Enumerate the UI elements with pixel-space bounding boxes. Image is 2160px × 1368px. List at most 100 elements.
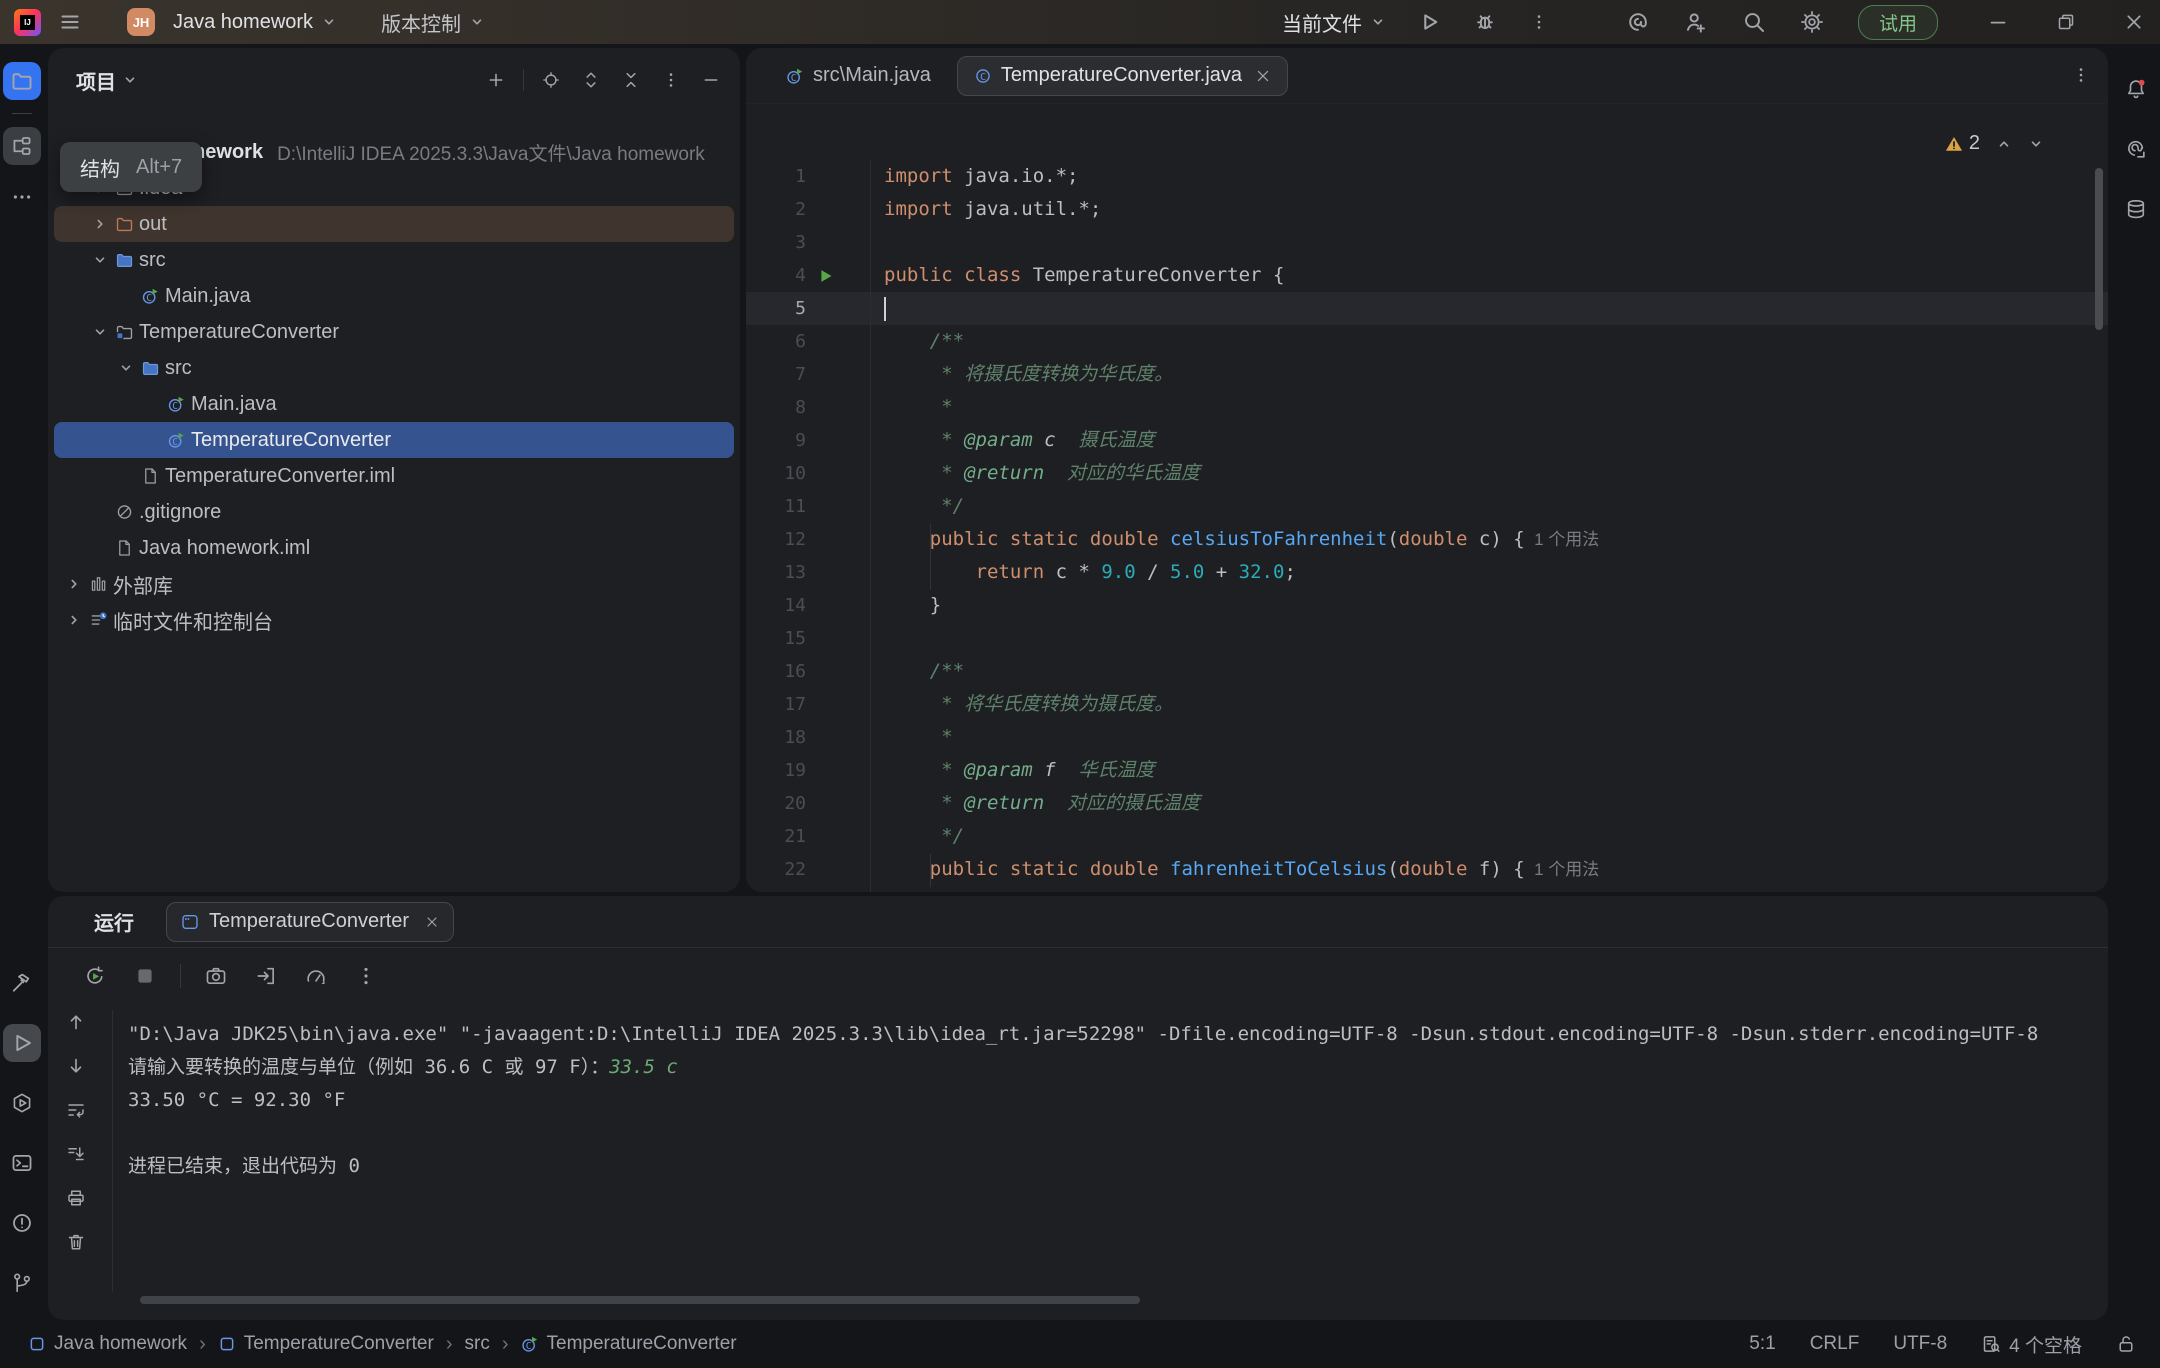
chevron-down-icon[interactable] (88, 252, 112, 268)
code-line-18[interactable]: 18 * (746, 721, 2108, 754)
tree-item-main-java[interactable]: CMain.java (54, 386, 734, 422)
indent-widget[interactable]: 4 个空格 (1981, 1331, 2082, 1358)
run-button[interactable] (1418, 11, 1440, 33)
vcs-widget[interactable]: 版本控制 (381, 8, 485, 37)
tree-item-out[interactable]: out (54, 206, 734, 242)
clear-all-button[interactable] (62, 1228, 90, 1256)
version-control-tool-window-button[interactable] (3, 1264, 41, 1302)
editor-scrollbar[interactable] (2095, 168, 2103, 330)
select-opened-file-button[interactable] (536, 65, 566, 95)
run-configuration-selector[interactable]: 当前文件 (1282, 8, 1386, 37)
ai-assistant-button[interactable] (2117, 130, 2155, 168)
scroll-to-end-button[interactable] (62, 1140, 90, 1168)
more-options-button[interactable] (656, 65, 686, 95)
terminal-tool-window-button[interactable] (3, 1144, 41, 1182)
code-line-10[interactable]: 10 * @return 对应的华氏温度 (746, 457, 2108, 490)
code-line-7[interactable]: 7 * 将摄氏度转换为华氏度。 (746, 358, 2108, 391)
tree-item-main-java[interactable]: CMain.java (54, 278, 734, 314)
tree-item-java-homework-iml[interactable]: Java homework.iml (54, 530, 734, 566)
print-button[interactable] (62, 1184, 90, 1212)
maximize-button[interactable] (2056, 12, 2076, 32)
soft-wrap-button[interactable] (62, 1096, 90, 1124)
chevron-right-icon[interactable] (62, 576, 86, 592)
debug-button[interactable] (1474, 11, 1496, 33)
tree-item-src[interactable]: src (54, 350, 734, 386)
code-line-15[interactable]: 15 (746, 622, 2108, 655)
more-tool-windows-button[interactable] (3, 178, 41, 216)
chevron-down-icon[interactable] (88, 324, 112, 340)
tree-item-src[interactable]: src (54, 242, 734, 278)
tree-item-temperatureconverter[interactable]: CTemperatureConverter (54, 422, 734, 458)
tree-item-temperatureconverter-iml[interactable]: TemperatureConverter.iml (54, 458, 734, 494)
breadcrumb-src[interactable]: src (465, 1333, 490, 1355)
close-run-tab-button[interactable] (425, 915, 439, 929)
code-line-11[interactable]: 11 */ (746, 490, 2108, 523)
project-switcher[interactable]: Java homework (173, 11, 337, 34)
inspection-widget[interactable]: 2 (1945, 132, 2044, 155)
code-line-8[interactable]: 8 * (746, 391, 2108, 424)
code-line-17[interactable]: 17 * 将华氏度转换为摄氏度。 (746, 688, 2108, 721)
code-line-6[interactable]: 6 /** (746, 325, 2108, 358)
breadcrumb-temperatureconverter[interactable]: TemperatureConverter (218, 1333, 434, 1355)
breadcrumb-temperatureconverter[interactable]: CTemperatureConverter (521, 1333, 737, 1355)
profiler-button[interactable] (301, 961, 331, 991)
trial-button[interactable]: 试用 (1858, 5, 1938, 40)
code-with-me-button[interactable] (1684, 10, 1708, 34)
project-view-selector[interactable]: 项目 (76, 66, 138, 95)
run-tool-window-button[interactable] (3, 1024, 41, 1062)
editor-tab-temperatureconverter-java[interactable]: CTemperatureConverter.java (957, 56, 1288, 96)
close-tab-icon[interactable] (1255, 68, 1271, 84)
more-run-actions-button[interactable] (1530, 13, 1548, 31)
code-line-5[interactable]: 5 (746, 292, 2108, 325)
tree-item-gitignore[interactable]: .gitignore (54, 494, 734, 530)
project-tool-window-button[interactable] (3, 62, 41, 100)
structure-tool-window-button[interactable] (3, 127, 41, 165)
encoding-widget[interactable]: UTF-8 (1893, 1333, 1947, 1355)
next-problem-button[interactable] (2028, 136, 2044, 152)
code-line-23[interactable]: 23 return (f - 32.0) * 5.0 / 9.0; (746, 886, 2108, 892)
problems-tool-window-button[interactable] (3, 1204, 41, 1242)
tree-item-temperatureconverter[interactable]: TemperatureConverter (54, 314, 734, 350)
code-line-13[interactable]: 13 return c * 9.0 / 5.0 + 32.0; (746, 556, 2108, 589)
run-class-icon[interactable] (816, 267, 834, 285)
prev-problem-button[interactable] (1996, 136, 2012, 152)
code-line-16[interactable]: 16 /** (746, 655, 2108, 688)
settings-button[interactable] (1800, 10, 1824, 34)
tree-item-外部库[interactable]: 外部库 (54, 566, 734, 602)
console-output[interactable]: "D:\Java JDK25\bin\java.exe" "-javaagent… (128, 1018, 2108, 1183)
code-line-14[interactable]: 14 } (746, 589, 2108, 622)
code-line-20[interactable]: 20 * @return 对应的摄氏温度 (746, 787, 2108, 820)
code-line-2[interactable]: 2import java.util.*; (746, 193, 2108, 226)
code-line-22[interactable]: 22 public static double fahrenheitToCels… (746, 853, 2108, 886)
dump-to-file-button[interactable] (251, 961, 281, 991)
chevron-right-icon[interactable] (62, 612, 86, 628)
chevron-right-icon[interactable] (88, 216, 112, 232)
code-line-3[interactable]: 3 (746, 226, 2108, 259)
editor-options-button[interactable] (2072, 66, 2090, 84)
collapse-all-button[interactable] (616, 65, 646, 95)
next-occurrence-button[interactable] (62, 1052, 90, 1080)
more-options-button[interactable] (351, 961, 381, 991)
console-scrollbar[interactable] (140, 1296, 1140, 1304)
run-tab[interactable]: TemperatureConverter (166, 902, 454, 942)
editor-tab-src-main-java[interactable]: Csrc\Main.java (770, 56, 947, 96)
add-button[interactable] (481, 65, 511, 95)
code-line-12[interactable]: 12 public static double celsiusToFahrenh… (746, 523, 2108, 556)
tree-item-临时文件和控制台[interactable]: 临时文件和控制台 (54, 602, 734, 638)
services-tool-window-button[interactable] (3, 1084, 41, 1122)
close-button[interactable] (2124, 12, 2144, 32)
database-tool-window-button[interactable] (2117, 190, 2155, 228)
build-tool-window-button[interactable] (3, 964, 41, 1002)
code-area[interactable]: 1import java.io.*;2import java.util.*;34… (746, 152, 2108, 892)
chevron-down-icon[interactable] (114, 360, 138, 376)
code-line-4[interactable]: 4public class TemperatureConverter { (746, 259, 2108, 292)
search-everywhere-button[interactable] (1742, 10, 1766, 34)
rerun-button[interactable] (80, 961, 110, 991)
code-line-9[interactable]: 9 * @param c 摄氏温度 (746, 424, 2108, 457)
code-line-1[interactable]: 1import java.io.*; (746, 160, 2108, 193)
ai-assistant-button[interactable] (1626, 10, 1650, 34)
minimize-button[interactable] (1988, 12, 2008, 32)
hide-panel-button[interactable] (696, 65, 726, 95)
file-lock-widget[interactable] (2116, 1334, 2136, 1354)
code-line-19[interactable]: 19 * @param f 华氏温度 (746, 754, 2108, 787)
